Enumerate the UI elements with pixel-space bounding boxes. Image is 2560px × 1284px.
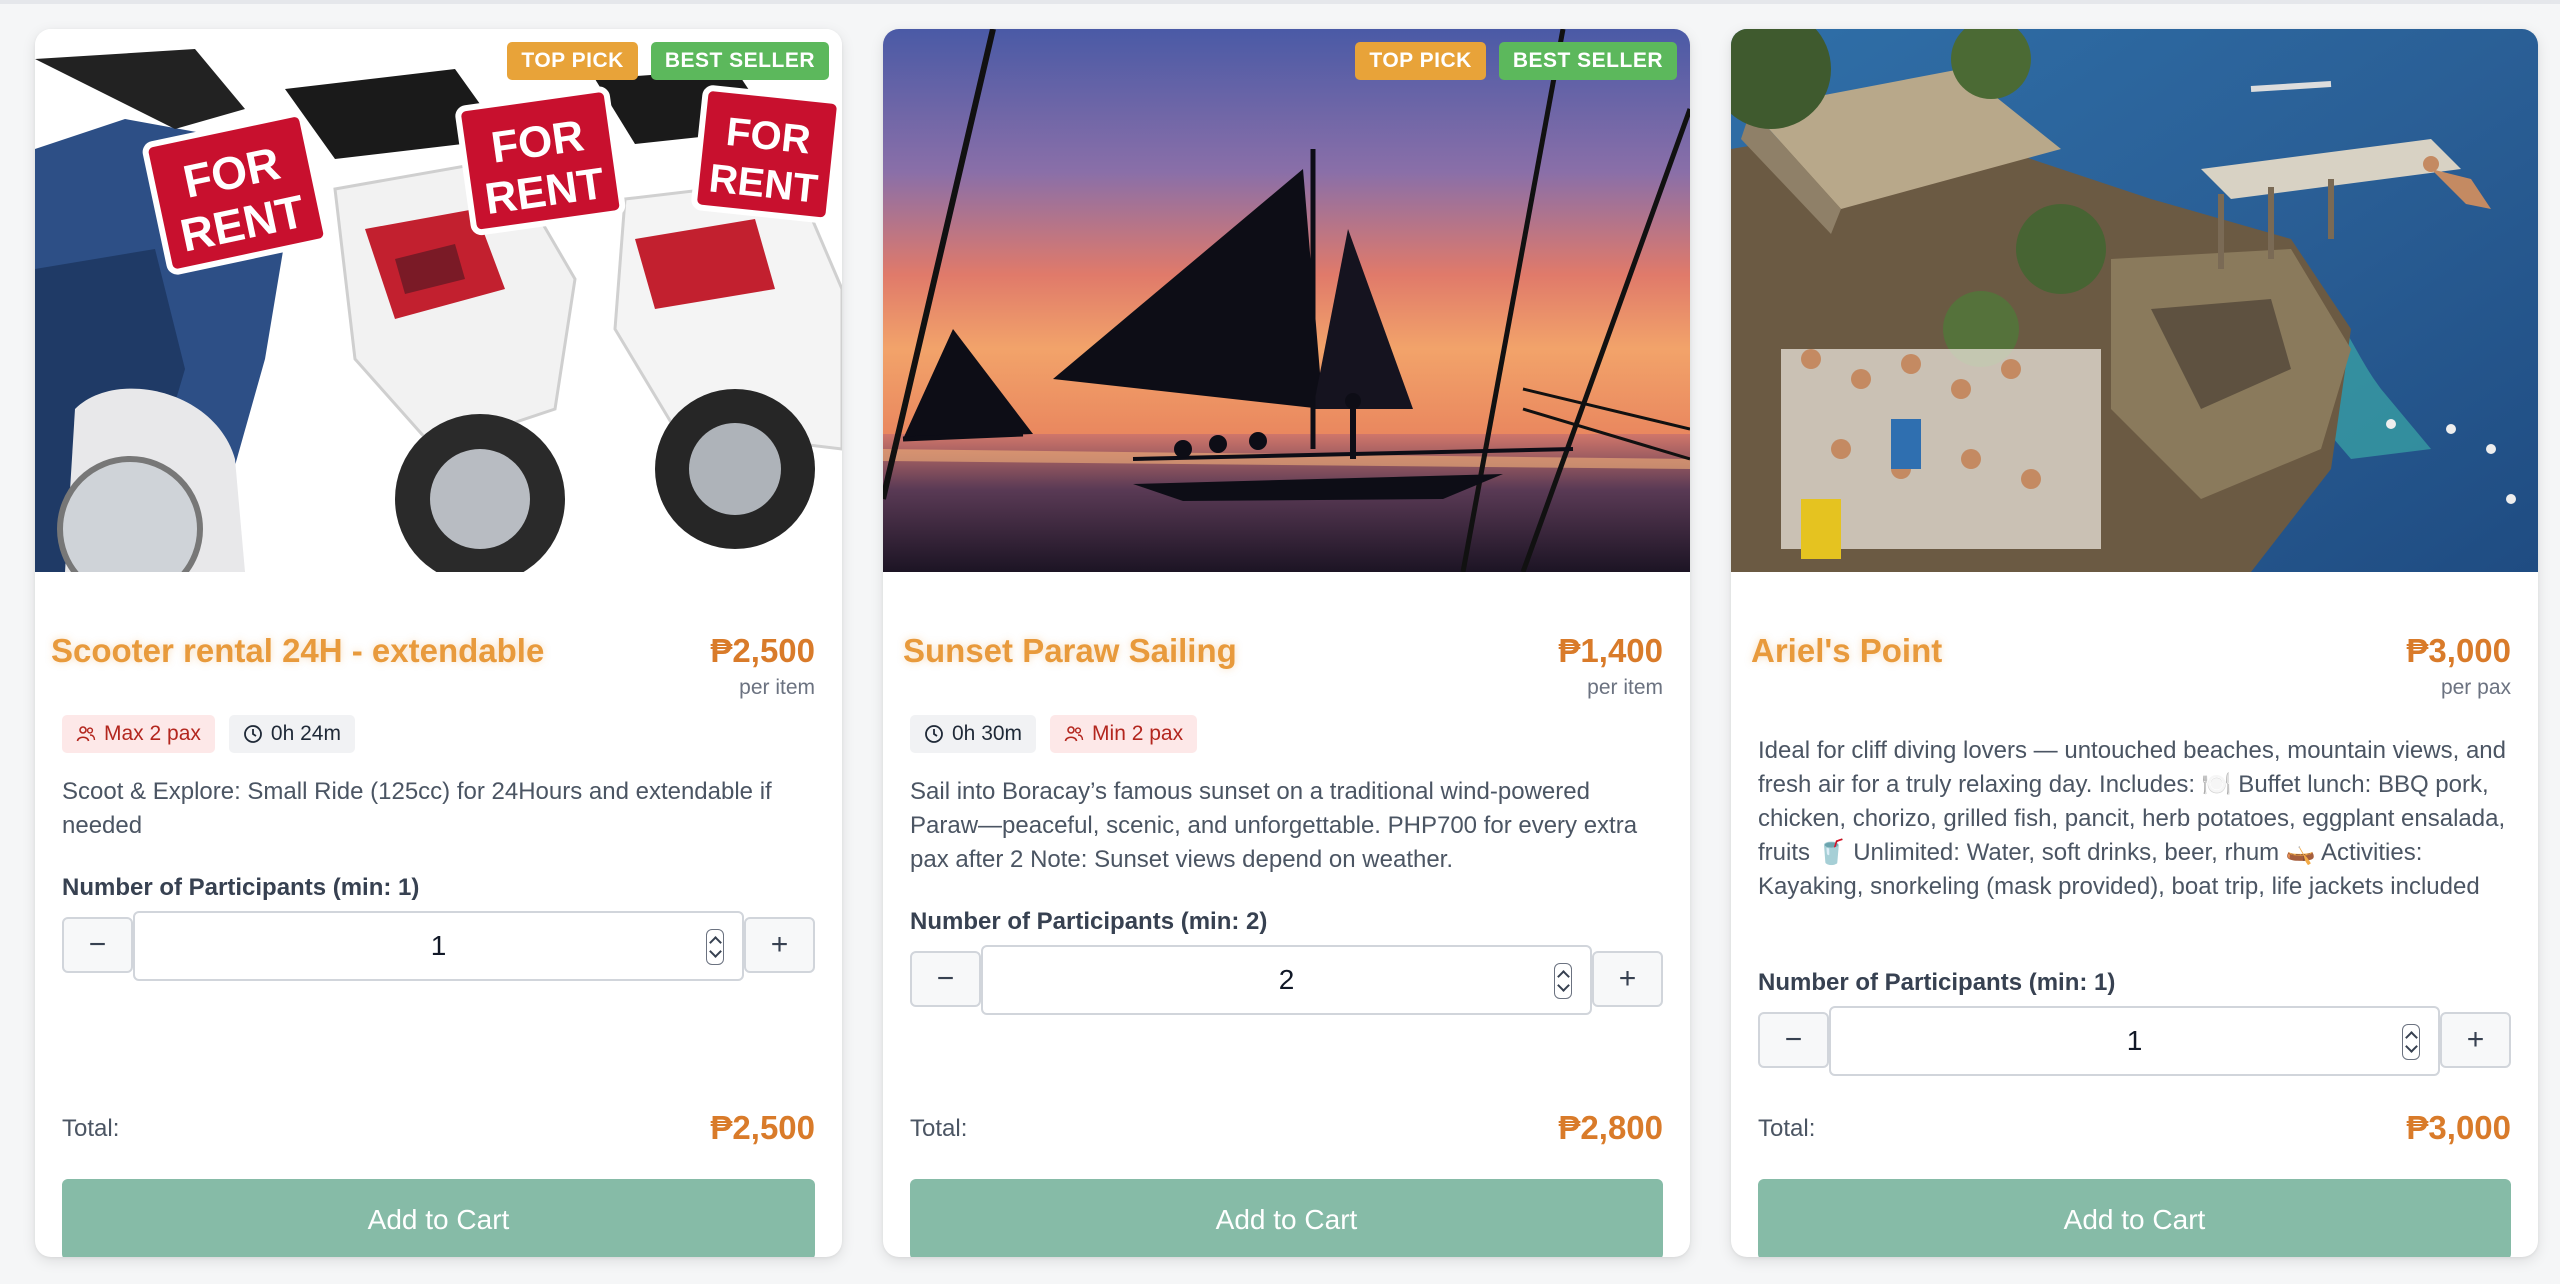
product-image[interactable]: TOP PICK BEST SELLER — [883, 29, 1690, 572]
cliff-diving-photo — [1731, 29, 2538, 572]
tag-group: 0h 30m Min 2 pax — [910, 715, 1198, 753]
badge-group: TOP PICK BEST SELLER — [1355, 42, 1677, 80]
users-icon — [1064, 726, 1084, 742]
decrement-button[interactable]: − — [1758, 1012, 1829, 1068]
quantity-stepper: − 2 + — [910, 945, 1663, 1015]
product-image[interactable]: FOR RENT FOR RENT FOR RENT TOP PICK BEST… — [35, 29, 842, 572]
price-unit: per pax — [2440, 676, 2511, 699]
decrement-button[interactable]: − — [62, 917, 133, 973]
page: FOR RENT FOR RENT FOR RENT TOP PICK BEST… — [0, 0, 2560, 1284]
top-pick-badge: TOP PICK — [1355, 42, 1486, 80]
price-unit: per item — [1587, 676, 1663, 699]
quantity-input[interactable]: 1 — [133, 911, 744, 981]
tag-text: 0h 30m — [952, 722, 1023, 745]
product-image[interactable] — [1731, 29, 2538, 572]
badge-group: TOP PICK BEST SELLER — [507, 42, 829, 80]
best-seller-badge: BEST SELLER — [650, 42, 829, 80]
min-pax-tag: Min 2 pax — [1050, 715, 1198, 753]
best-seller-badge: BEST SELLER — [1498, 42, 1677, 80]
duration-tag: 0h 30m — [910, 715, 1037, 753]
quantity-value: 1 — [430, 930, 447, 961]
clock-icon — [243, 725, 262, 743]
product-price: ₱1,400 — [1558, 632, 1663, 669]
product-description: Scoot & Explore: Small Ride (125cc) for … — [62, 778, 772, 839]
total-value: ₱3,000 — [2406, 1109, 2511, 1146]
product-price: ₱2,500 — [710, 632, 815, 669]
participants-label: Number of Participants (min: 1) — [1758, 969, 2116, 996]
product-price: ₱3,000 — [2406, 632, 2511, 669]
participants-label: Number of Participants (min: 1) — [62, 874, 420, 901]
product-title[interactable]: Ariel's Point — [1751, 632, 1942, 670]
increment-button[interactable]: + — [2440, 1012, 2511, 1068]
svg-text:FOR: FOR — [724, 110, 813, 163]
top-divider — [0, 0, 2560, 4]
total-label: Total: — [910, 1115, 968, 1142]
quantity-input[interactable]: 2 — [981, 945, 1592, 1015]
product-description: Sail into Boracay’s famous sunset on a t… — [910, 778, 1638, 873]
quantity-input[interactable]: 1 — [1829, 1006, 2440, 1076]
duration-tag: 0h 24m — [228, 715, 355, 753]
total-value: ₱2,800 — [1558, 1109, 1663, 1146]
spinner-icon[interactable] — [706, 929, 724, 965]
participants-label: Number of Participants (min: 2) — [910, 908, 1268, 935]
top-pick-badge: TOP PICK — [507, 42, 638, 80]
price-unit: per item — [739, 676, 815, 699]
users-icon — [76, 726, 96, 742]
add-to-cart-button[interactable]: Add to Cart — [1758, 1179, 2511, 1257]
sunset-sailing-photo — [883, 29, 1690, 572]
quantity-value: 1 — [2126, 1025, 2143, 1056]
product-card-sailing: TOP PICK BEST SELLER Sunset Paraw Sailin… — [883, 29, 1690, 1257]
scooter-photo: FOR RENT FOR RENT FOR RENT — [35, 29, 842, 572]
max-pax-tag: Max 2 pax — [62, 715, 215, 753]
tag-text: Max 2 pax — [104, 722, 201, 745]
total-label: Total: — [62, 1115, 120, 1142]
tag-group: Max 2 pax 0h 24m — [62, 715, 355, 753]
increment-button[interactable]: + — [744, 917, 815, 973]
quantity-stepper: − 1 + — [1758, 1006, 2511, 1076]
product-title[interactable]: Scooter rental 24H - extendable — [51, 632, 544, 670]
tag-text: 0h 24m — [270, 722, 341, 745]
product-card-scooter: FOR RENT FOR RENT FOR RENT TOP PICK BEST… — [35, 29, 842, 1257]
product-title[interactable]: Sunset Paraw Sailing — [903, 632, 1237, 670]
add-to-cart-button[interactable]: Add to Cart — [910, 1179, 1663, 1257]
add-to-cart-button[interactable]: Add to Cart — [62, 1179, 815, 1257]
product-card-ariels-point: Ariel's Point ₱3,000 per pax Ideal for c… — [1731, 29, 2538, 1257]
product-description: Ideal for cliff diving lovers — untouche… — [1758, 737, 2506, 900]
increment-button[interactable]: + — [1592, 951, 1663, 1007]
quantity-stepper: − 1 + — [62, 911, 815, 981]
tag-text: Min 2 pax — [1092, 722, 1184, 745]
total-label: Total: — [1758, 1115, 1816, 1142]
total-value: ₱2,500 — [710, 1109, 815, 1146]
spinner-icon[interactable] — [1554, 963, 1572, 999]
clock-icon — [925, 725, 943, 743]
quantity-value: 2 — [1278, 964, 1295, 995]
spinner-icon[interactable] — [2402, 1024, 2420, 1060]
decrement-button[interactable]: − — [910, 951, 981, 1007]
